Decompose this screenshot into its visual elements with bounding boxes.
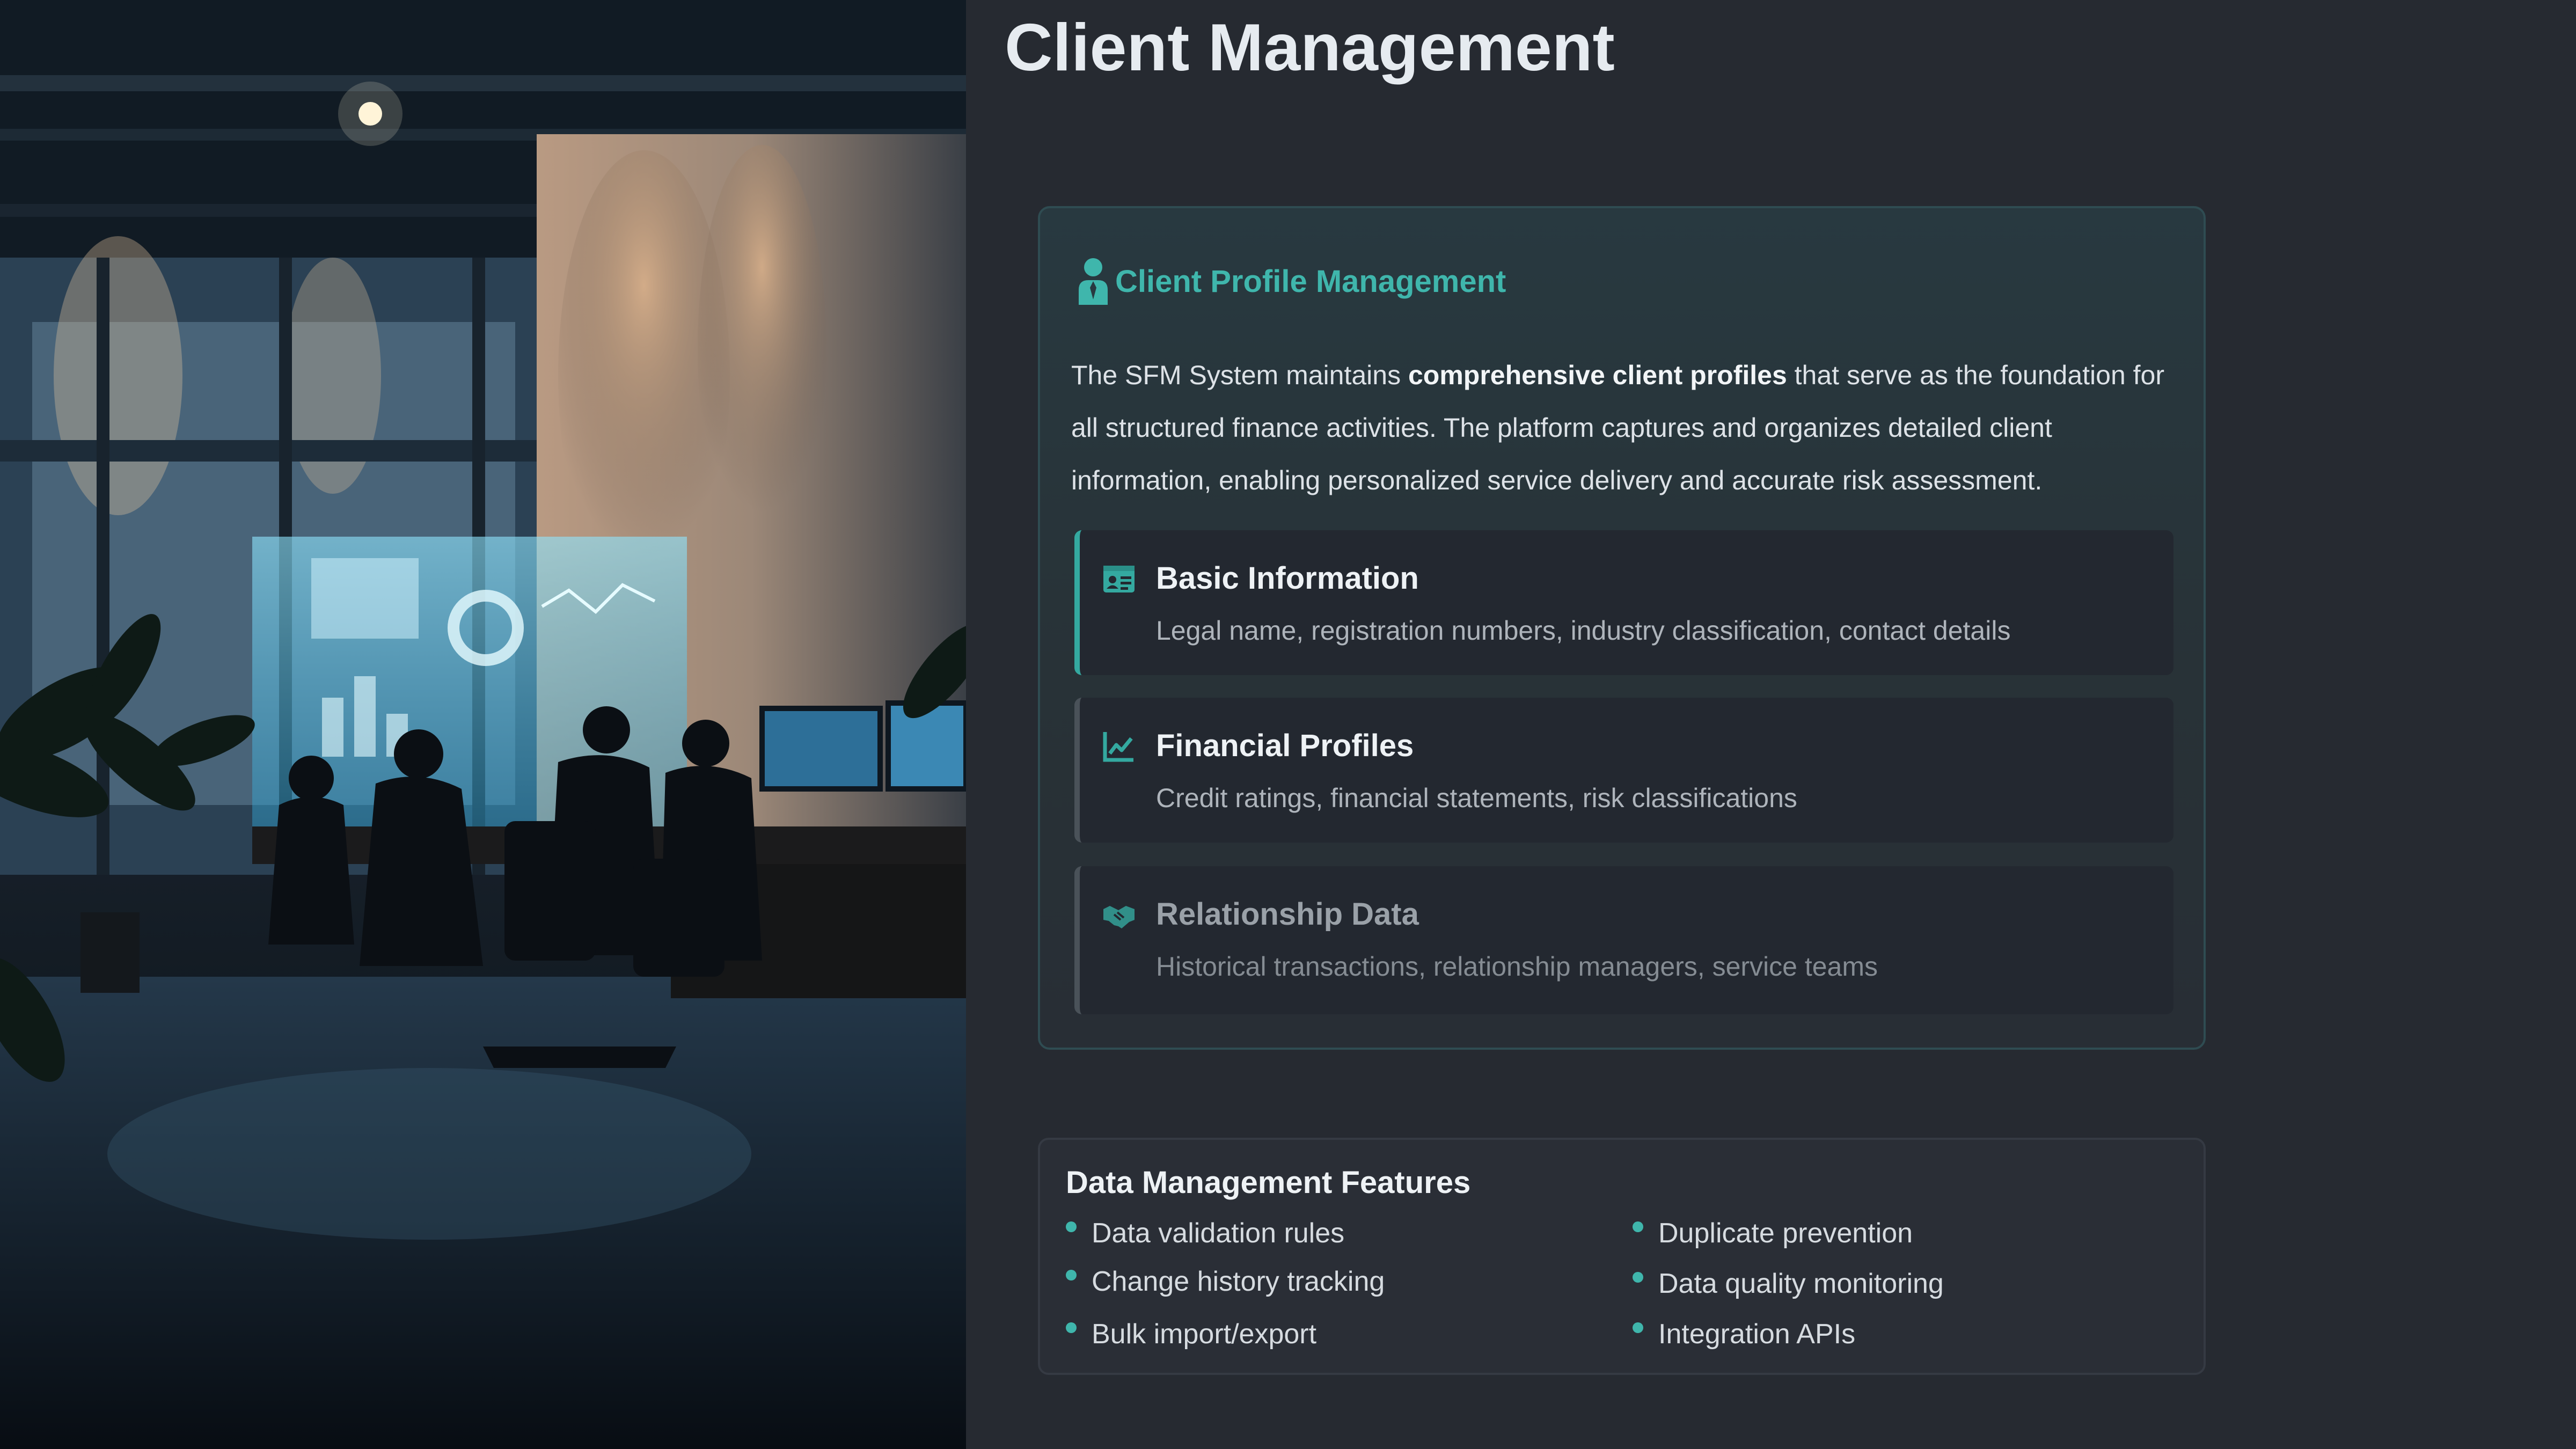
relationship-data-item[interactable]: Relationship Data Historical transaction…: [1074, 866, 2174, 1014]
item-title: Financial Profiles: [1156, 728, 1414, 763]
item-title: Basic Information: [1156, 561, 1419, 596]
feature-item: Change history tracking: [1066, 1265, 1385, 1298]
item-title: Relationship Data: [1156, 897, 1419, 932]
feature-label: Duplicate prevention: [1658, 1218, 1913, 1249]
intro-emphasis: comprehensive client profiles: [1408, 360, 1787, 390]
feature-item: Data validation rules: [1066, 1217, 1344, 1249]
card-header: Client Profile Management: [1077, 254, 1506, 308]
basic-information-item[interactable]: Basic Information Legal name, registrati…: [1074, 530, 2174, 675]
chart-line-icon: [1102, 730, 1136, 763]
bullet-icon: [1633, 1272, 1643, 1283]
bullet-icon: [1066, 1270, 1077, 1280]
feature-item: Data quality monitoring: [1633, 1268, 1944, 1300]
item-description: Credit ratings, financial statements, ri…: [1156, 783, 1797, 813]
office-meeting-photo: [0, 0, 966, 1449]
bullet-icon: [1066, 1322, 1077, 1333]
intro-paragraph: The SFM System maintains comprehensive c…: [1071, 349, 2187, 507]
id-card-icon: [1102, 562, 1136, 596]
feature-item: Duplicate prevention: [1633, 1217, 1913, 1249]
feature-label: Data validation rules: [1092, 1218, 1345, 1249]
page-title: Client Management: [1005, 11, 1615, 85]
item-description: Historical transactions, relationship ma…: [1156, 952, 1878, 982]
feature-label: Data quality monitoring: [1658, 1268, 1944, 1299]
financial-profiles-item[interactable]: Financial Profiles Credit ratings, finan…: [1074, 698, 2174, 843]
feature-label: Bulk import/export: [1092, 1319, 1317, 1350]
features-title: Data Management Features: [1066, 1165, 1471, 1200]
card-title: Client Profile Management: [1115, 264, 1506, 299]
item-description: Legal name, registration numbers, indust…: [1156, 616, 2011, 646]
handshake-icon: [1102, 898, 1136, 932]
feature-item: Integration APIs: [1633, 1318, 1855, 1350]
intro-text: The SFM System maintains: [1071, 360, 1408, 390]
bullet-icon: [1066, 1221, 1077, 1232]
user-tie-icon: [1077, 257, 1110, 306]
feature-label: Integration APIs: [1658, 1319, 1856, 1350]
feature-item: Bulk import/export: [1066, 1318, 1316, 1350]
bullet-icon: [1633, 1322, 1643, 1333]
bullet-icon: [1633, 1221, 1643, 1232]
feature-label: Change history tracking: [1092, 1266, 1385, 1297]
